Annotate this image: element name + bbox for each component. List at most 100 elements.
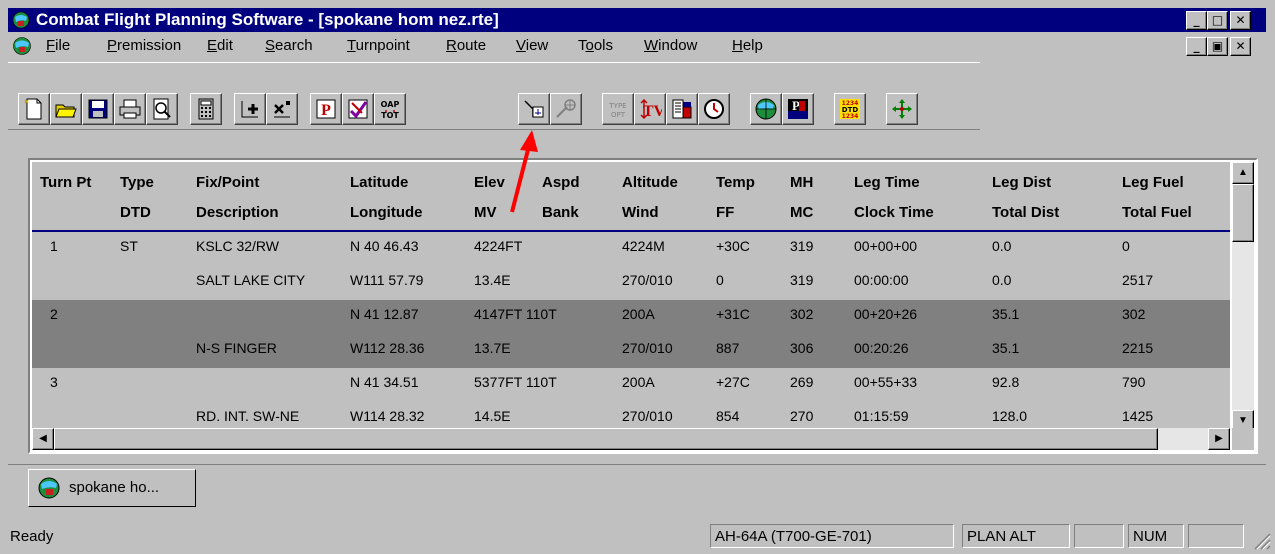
header-leg-dist[interactable]: Leg Dist [992, 174, 1051, 191]
pm-button[interactable]: P [782, 93, 814, 125]
open-button[interactable] [50, 93, 82, 125]
vertical-scroll-thumb[interactable] [1232, 184, 1254, 242]
cell-total-fuel: 2215 [1122, 340, 1154, 356]
clock-icon [704, 99, 724, 119]
cell-longitude: W114 28.32 [350, 408, 425, 424]
menu-premission[interactable]: Premission [107, 37, 181, 54]
title-bar[interactable]: Combat Flight Planning Software - [spoka… [8, 8, 1266, 32]
cell-description: RD. INT. SW-NE [196, 408, 300, 424]
new-icon [24, 98, 42, 120]
header-altitude[interactable]: Altitude [622, 174, 678, 191]
header-longitude[interactable]: Longitude [350, 204, 422, 221]
clock-button[interactable] [698, 93, 730, 125]
header-wind[interactable]: Wind [622, 204, 659, 221]
header-type[interactable]: Type [120, 174, 154, 191]
cell-altitude: 4224M [622, 238, 665, 254]
svg-text:P: P [321, 102, 331, 119]
annotation-arrow-icon [510, 130, 538, 213]
cell-ff: 887 [716, 340, 740, 356]
scroll-left-button[interactable]: ◀ [32, 428, 54, 450]
table-row[interactable]: 3 N 41 34.51 5377FT 110T 200A +27C 269 0… [32, 368, 1230, 402]
header-total-dist[interactable]: Total Dist [992, 204, 1059, 221]
mdi-minimize-button[interactable]: _ [1186, 37, 1207, 56]
menu-file[interactable]: File [46, 37, 70, 54]
header-description[interactable]: Description [196, 204, 279, 221]
header-mv[interactable]: MV [474, 204, 497, 221]
header-latitude[interactable]: Latitude [350, 174, 408, 191]
header-clock-time[interactable]: Clock Time [854, 204, 934, 221]
svg-text:1234: 1234 [842, 113, 859, 120]
p-button[interactable]: P [310, 93, 342, 125]
horizontal-scroll-thumb[interactable] [54, 428, 1158, 450]
header-temp[interactable]: Temp [716, 174, 755, 191]
print-preview-icon [153, 98, 171, 120]
dtd-button[interactable]: 1234 DTD 1234 [834, 93, 866, 125]
cell-leg-dist: 0.0 [992, 238, 1012, 254]
status-aircraft: AH-64A (T700-GE-701) [710, 524, 954, 548]
dtd-icon: 1234DTD1234 [840, 99, 860, 120]
document-tab[interactable]: spokane ho... [28, 469, 196, 507]
horizontal-scrollbar[interactable]: ◀ ▶ [32, 428, 1230, 450]
save-button[interactable] [82, 93, 114, 125]
maximize-button[interactable]: □ [1207, 11, 1228, 30]
header-mh[interactable]: MH [790, 174, 813, 191]
menu-tools[interactable]: Tools [578, 37, 613, 54]
document-globe-icon[interactable] [12, 36, 32, 56]
check-button[interactable] [342, 93, 374, 125]
minimize-button[interactable]: _ [1186, 11, 1207, 30]
resize-grip-icon[interactable] [1251, 530, 1271, 550]
scroll-up-button[interactable]: ▲ [1232, 162, 1254, 184]
table-row[interactable]: SALT LAKE CITY W111 57.79 13.4E 270/010 … [32, 266, 1230, 300]
svg-text:TV: TV [643, 103, 662, 120]
new-button[interactable] [18, 93, 50, 125]
menu-help[interactable]: Help [732, 37, 763, 54]
cell-mv: 13.4E [474, 272, 511, 288]
cell-leg-dist: 35.1 [992, 306, 1020, 322]
tv-button[interactable]: TV [634, 93, 666, 125]
menu-search[interactable]: Search [265, 37, 313, 54]
calculator-button[interactable] [190, 93, 222, 125]
header-total-fuel[interactable]: Total Fuel [1122, 204, 1192, 221]
cell-ff: 0 [716, 272, 724, 288]
save-icon [88, 99, 108, 119]
close-button[interactable]: ✕ [1230, 11, 1251, 30]
header-ff[interactable]: FF [716, 204, 734, 221]
disabled-route-icon [556, 99, 576, 118]
oap-tot-button[interactable]: OAP TOT [374, 93, 406, 125]
route-grid[interactable]: Turn Pt Type Fix/Point Latitude Elev Asp… [28, 158, 1258, 454]
menu-view[interactable]: View [516, 37, 548, 54]
insert-turnpoint-button[interactable] [234, 93, 266, 125]
header-leg-time[interactable]: Leg Time [854, 174, 920, 191]
cell-mh: 319 [790, 238, 814, 254]
menu-edit[interactable]: Edit [207, 37, 233, 54]
cell-mh: 302 [790, 306, 814, 322]
header-turn-pt[interactable]: Turn Pt [40, 174, 91, 191]
cell-type: ST [120, 238, 138, 254]
print-button[interactable] [114, 93, 146, 125]
scroll-right-button[interactable]: ▶ [1208, 428, 1230, 450]
table-row-selected[interactable]: 2 N 41 12.87 4147FT 110T 200A +31C 302 0… [32, 300, 1230, 334]
header-fix-point[interactable]: Fix/Point [196, 174, 259, 191]
header-mc[interactable]: MC [790, 204, 813, 221]
table-row-selected[interactable]: N-S FINGER W112 28.36 13.7E 270/010 887 … [32, 334, 1230, 368]
cell-elev: 5377FT 110T [474, 374, 557, 390]
delete-turnpoint-button[interactable] [266, 93, 298, 125]
move-button[interactable] [886, 93, 918, 125]
window-title: Combat Flight Planning Software - [spoka… [36, 10, 499, 29]
globe-button[interactable] [750, 93, 782, 125]
menu-turnpoint[interactable]: Turnpoint [347, 37, 410, 54]
table-row[interactable]: 1 ST KSLC 32/RW N 40 46.43 4224FT 4224M … [32, 232, 1230, 266]
menu-route[interactable]: Route [446, 37, 486, 54]
mdi-restore-button[interactable]: ▣ [1207, 37, 1228, 56]
print-preview-button[interactable] [146, 93, 178, 125]
open-icon [55, 104, 77, 118]
vertical-scrollbar[interactable]: ▲ ▼ [1232, 162, 1254, 432]
type-opt-button[interactable]: TYPE OPT [602, 93, 634, 125]
header-dtd[interactable]: DTD [120, 204, 151, 221]
fuel-button[interactable] [666, 93, 698, 125]
status-bar: Ready AH-64A (T700-GE-701) PLAN ALT NUM [0, 520, 1275, 554]
header-leg-fuel[interactable]: Leg Fuel [1122, 174, 1184, 191]
mdi-close-button[interactable]: ✕ [1230, 37, 1251, 56]
menu-window[interactable]: Window [644, 37, 697, 54]
calculator-icon [198, 98, 214, 120]
